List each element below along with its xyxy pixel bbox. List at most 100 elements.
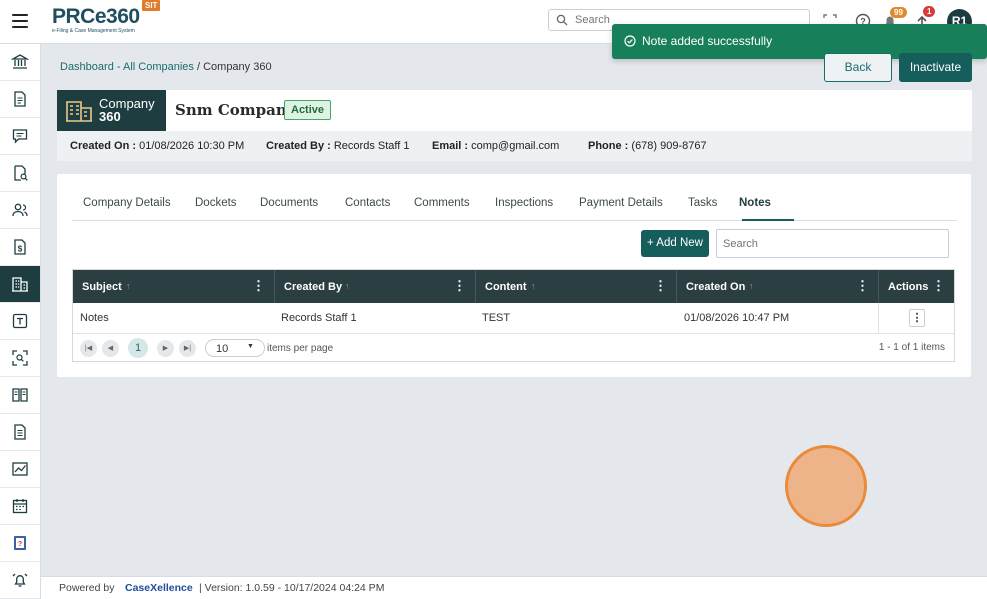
notes-grid: Subject ↑ ⋮ Created By ↑ ⋮ Content ↑ ⋮ C…: [72, 269, 955, 362]
last-page-icon[interactable]: ▶|: [179, 340, 196, 357]
tab-tasks[interactable]: Tasks: [688, 197, 717, 209]
tile-subtitle: 360: [99, 109, 121, 124]
book-icon: [12, 388, 28, 402]
sidebar-item-institutions[interactable]: [0, 44, 40, 81]
column-menu-icon[interactable]: ⋮: [453, 279, 466, 292]
sort-arrow-icon[interactable]: ↑: [345, 281, 350, 291]
column-header-subject[interactable]: Subject ↑ ⋮: [73, 270, 275, 303]
help-book-icon: ?: [14, 536, 26, 550]
environment-badge: SIT: [142, 0, 161, 11]
column-menu-icon[interactable]: ⋮: [654, 279, 667, 292]
building-icon: [66, 101, 92, 122]
table-row[interactable]: Notes Records Staff 1 TEST 01/08/2026 10…: [73, 303, 954, 334]
report-icon: [14, 424, 26, 440]
tab-documents[interactable]: Documents: [260, 197, 318, 209]
created-by: Created By : Records Staff 1: [266, 140, 410, 152]
tab-contacts[interactable]: Contacts: [345, 197, 390, 209]
current-page-button[interactable]: 1: [128, 338, 148, 358]
previous-page-icon[interactable]: ◀: [102, 340, 119, 357]
sort-arrow-icon[interactable]: ↑: [531, 281, 536, 291]
alarm-icon: [12, 573, 28, 587]
search-icon: [556, 14, 568, 26]
next-page-icon[interactable]: ▶: [157, 340, 174, 357]
tab-comments[interactable]: Comments: [414, 197, 470, 209]
notes-card: Company Details Dockets Documents Contac…: [57, 174, 971, 377]
tab-dockets[interactable]: Dockets: [195, 197, 237, 209]
tab-company-details[interactable]: Company Details: [83, 197, 171, 209]
powered-by-label: Powered by: [59, 582, 115, 594]
page-size-select[interactable]: 10 ▼: [205, 339, 265, 357]
app-logo[interactable]: PRCe360 e-Filing & Case Management Syste…: [52, 6, 140, 35]
sidebar-item-users[interactable]: [0, 192, 40, 229]
notes-search-input[interactable]: [723, 235, 938, 252]
cell-created-on: 01/08/2026 10:47 PM: [684, 312, 790, 324]
sidebar-item-payments[interactable]: $: [0, 229, 40, 266]
sidebar-item-documents[interactable]: [0, 81, 40, 118]
sidebar-item-reports[interactable]: [0, 414, 40, 451]
sidebar-item-library[interactable]: [0, 377, 40, 414]
sidebar-item-comments[interactable]: [0, 118, 40, 155]
sidebar-item-scan[interactable]: [0, 340, 40, 377]
first-page-icon[interactable]: |◀: [80, 340, 97, 357]
back-button[interactable]: Back: [824, 53, 892, 82]
email: Email : comp@gmail.com: [432, 140, 560, 152]
company-360-tile: Company 360: [57, 90, 166, 131]
tab-inspections[interactable]: Inspections: [495, 197, 553, 209]
bank-icon: [11, 54, 29, 69]
sort-arrow-icon[interactable]: ↑: [126, 281, 131, 291]
document-icon: [14, 91, 26, 107]
company-meta: Created On : 01/08/2026 10:30 PM Created…: [57, 131, 972, 161]
menu-icon[interactable]: [12, 14, 28, 28]
column-menu-icon[interactable]: ⋮: [856, 279, 869, 292]
breadcrumb-dashboard[interactable]: Dashboard: [60, 61, 114, 73]
sort-arrow-icon[interactable]: ↑: [749, 281, 754, 291]
company-name: Snm Company: [175, 101, 296, 119]
grid-header: Subject ↑ ⋮ Created By ↑ ⋮ Content ↑ ⋮ C…: [73, 270, 954, 303]
cell-divider: [878, 303, 879, 334]
phone: Phone : (678) 909-8767: [588, 140, 707, 152]
svg-text:$: $: [18, 245, 23, 254]
column-header-created-on[interactable]: Created On ↑ ⋮: [677, 270, 879, 303]
cursor-indicator: [785, 445, 867, 527]
column-menu-icon[interactable]: ⋮: [932, 279, 945, 292]
sidebar: $ ?: [0, 44, 41, 599]
sidebar-item-tasks[interactable]: [0, 303, 40, 340]
upload-count-badge: 1: [923, 6, 936, 17]
scan-icon: [12, 350, 28, 366]
brand-logo: CaseXellence: [125, 582, 193, 594]
tab-notes[interactable]: Notes: [739, 197, 771, 209]
per-page-label: items per page: [267, 343, 334, 354]
inactivate-button[interactable]: Inactivate: [899, 53, 972, 82]
sidebar-item-companies[interactable]: [0, 266, 40, 303]
row-actions-menu-icon[interactable]: ⋮: [909, 309, 925, 327]
cell-created-by: Records Staff 1: [281, 312, 357, 324]
active-tab-indicator: [742, 219, 794, 221]
column-menu-icon[interactable]: ⋮: [252, 279, 265, 292]
sidebar-item-alerts[interactable]: [0, 562, 40, 599]
column-header-content[interactable]: Content ↑ ⋮: [476, 270, 677, 303]
breadcrumb-separator: /: [193, 61, 204, 73]
sidebar-item-help[interactable]: ?: [0, 525, 40, 562]
sidebar-item-calendar[interactable]: [0, 488, 40, 525]
dollar-document-icon: $: [14, 239, 26, 255]
notes-search[interactable]: [716, 229, 949, 258]
column-header-created-by[interactable]: Created By ↑ ⋮: [275, 270, 476, 303]
column-header-actions: Actions ⋮: [888, 278, 945, 293]
breadcrumb-all-companies[interactable]: All Companies: [123, 61, 194, 73]
search-document-icon: [14, 165, 28, 181]
item-count: 1 - 1 of 1 items: [878, 342, 945, 353]
sidebar-item-search-documents[interactable]: [0, 155, 40, 192]
cell-subject: Notes: [80, 312, 109, 324]
company-header: Company 360 Snm Company Active: [57, 90, 972, 131]
version-text: | Version: 1.0.59 - 10/17/2024 04:24 PM: [199, 582, 385, 594]
edit-square-icon: [12, 313, 28, 329]
breadcrumb-separator: -: [113, 61, 123, 73]
status-badge: Active: [284, 100, 332, 120]
sidebar-item-analytics[interactable]: [0, 451, 40, 488]
created-on: Created On : 01/08/2026 10:30 PM: [70, 140, 245, 152]
check-circle-icon: [624, 35, 636, 47]
comment-icon: [12, 129, 28, 144]
add-new-note-button[interactable]: + Add New: [641, 230, 709, 257]
toast-message: Note added successfully: [642, 34, 773, 48]
tab-payment-details[interactable]: Payment Details: [579, 197, 663, 209]
